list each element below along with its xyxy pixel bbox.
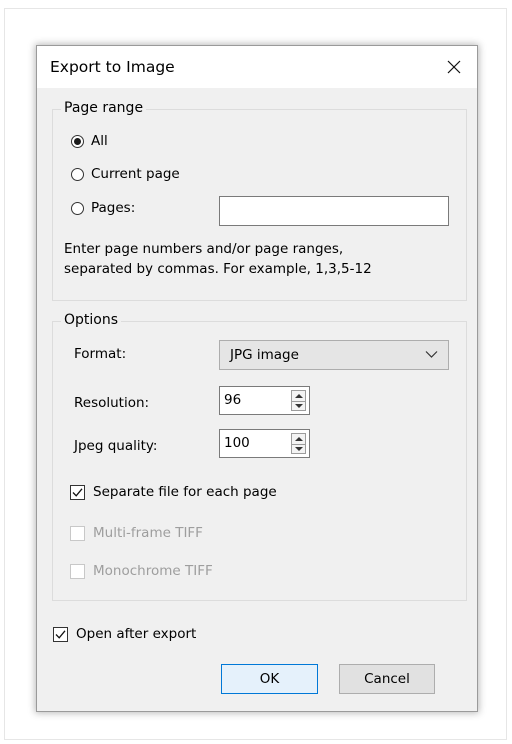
open-after-export-label: Open after export (76, 626, 197, 642)
jpeg-quality-spinbox[interactable]: 100 (219, 429, 310, 458)
radio-current-page[interactable]: Current page (71, 166, 180, 182)
monochrome-tiff-checkbox-row[interactable]: Monochrome TIFF (70, 563, 213, 579)
hint-line-2: separated by commas. For example, 1,3,5-… (64, 261, 372, 277)
separate-file-checkbox-row[interactable]: Separate file for each page (70, 484, 277, 500)
format-label: Format: (74, 346, 127, 362)
resolution-label: Resolution: (74, 395, 150, 411)
open-after-export-checkbox[interactable] (53, 626, 68, 642)
arrow-down-icon (294, 404, 303, 408)
title-bar: Export to Image (37, 46, 477, 88)
radio-current-page-label: Current page (91, 166, 180, 182)
resolution-decrement-button[interactable] (292, 401, 305, 411)
jpeg-quality-spin-buttons (291, 433, 306, 454)
monochrome-tiff-checkbox[interactable] (70, 563, 85, 579)
dialog-title: Export to Image (50, 58, 175, 76)
separate-file-checkbox[interactable] (70, 484, 85, 500)
monochrome-tiff-label: Monochrome TIFF (93, 563, 213, 579)
radio-all-label: All (91, 133, 108, 149)
arrow-up-icon (294, 437, 303, 441)
open-after-export-checkbox-row[interactable]: Open after export (53, 626, 196, 642)
radio-all-indicator[interactable] (71, 134, 84, 148)
radio-pages-label: Pages: (91, 200, 136, 216)
format-value: JPG image (230, 347, 299, 363)
page-range-legend: Page range (61, 99, 147, 117)
multiframe-tiff-label: Multi-frame TIFF (93, 525, 203, 541)
resolution-spinbox[interactable]: 96 (219, 386, 310, 415)
resolution-spin-buttons (291, 390, 306, 411)
radio-pages[interactable]: Pages: (71, 200, 135, 216)
arrow-down-icon (294, 447, 303, 451)
jpeg-quality-decrement-button[interactable] (292, 444, 305, 454)
radio-pages-indicator[interactable] (71, 201, 84, 215)
jpeg-quality-value[interactable]: 100 (224, 435, 250, 451)
arrow-up-icon (294, 394, 303, 398)
export-to-image-dialog: Export to Image Page range All Current p… (36, 45, 478, 712)
ok-button[interactable]: OK (221, 664, 318, 694)
resolution-value[interactable]: 96 (224, 392, 241, 408)
pages-input[interactable] (219, 196, 449, 226)
checkmark-icon (55, 629, 66, 639)
hint-line-1: Enter page numbers and/or page ranges, (64, 241, 344, 257)
cancel-button[interactable]: Cancel (339, 664, 435, 694)
close-x-icon (447, 60, 461, 74)
jpeg-quality-label: Jpeg quality: (74, 438, 158, 454)
separate-file-label: Separate file for each page (93, 484, 277, 500)
multiframe-tiff-checkbox-row[interactable]: Multi-frame TIFF (70, 525, 203, 541)
checkmark-icon (72, 487, 83, 497)
chevron-down-icon (425, 351, 438, 358)
multiframe-tiff-checkbox[interactable] (70, 525, 85, 541)
page-range-hint: Enter page numbers and/or page ranges, s… (64, 239, 372, 279)
radio-current-page-indicator[interactable] (71, 167, 84, 181)
close-button[interactable] (431, 46, 477, 88)
options-legend: Options (61, 311, 122, 329)
radio-all[interactable]: All (71, 133, 108, 149)
format-select[interactable]: JPG image (219, 340, 449, 370)
